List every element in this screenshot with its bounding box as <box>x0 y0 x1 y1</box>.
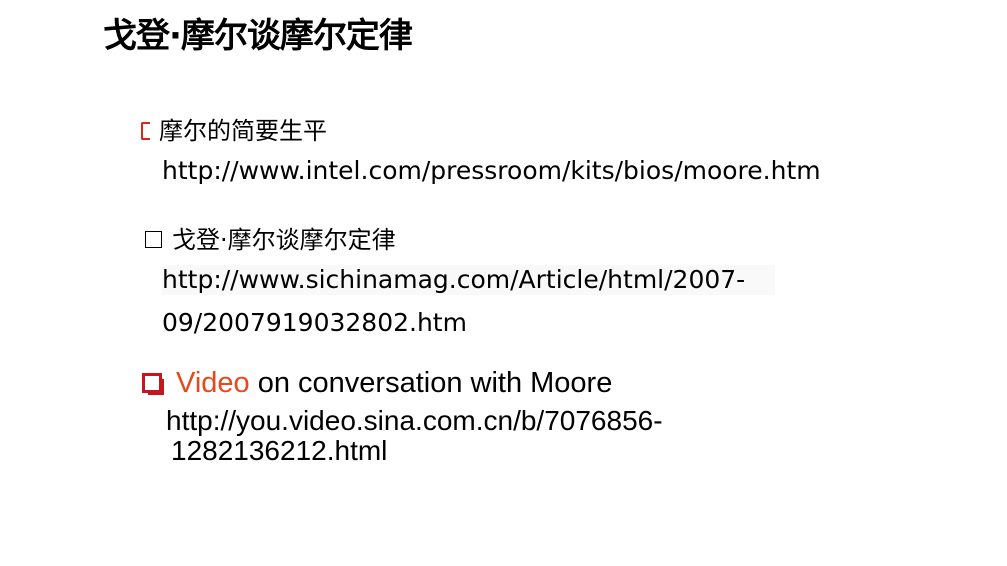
bullet-icon <box>145 231 162 248</box>
bullet-label-moores-law: 戈登·摩尔谈摩尔定律 <box>172 226 396 254</box>
bullet-item-moores-law: 戈登·摩尔谈摩尔定律 <box>145 225 396 255</box>
bullet-label-bio: 摩尔的简要生平 <box>159 117 327 145</box>
bullet-item-bio: 摩尔的简要生平 <box>141 116 327 146</box>
bullet-icon <box>141 122 150 140</box>
link-sichinamag[interactable]: http://www.sichinamag.com/Article/html/2… <box>162 265 776 295</box>
bullet-item-video: Video on conversation with Moore <box>142 367 612 399</box>
video-highlight: Video <box>176 367 250 399</box>
bullet-label-video: on conversation with Moore <box>249 367 613 399</box>
link-sichinamag-line-2[interactable]: 09/2007919032802.htm <box>162 308 467 338</box>
slide-title: 戈登·摩尔谈摩尔定律 <box>103 16 413 56</box>
bullet-icon <box>142 373 164 395</box>
link-sina-video-line-1[interactable]: http://you.video.sina.com.cn/b/7076856- <box>166 406 663 436</box>
link-intel-bio[interactable]: http://www.intel.com/pressroom/kits/bios… <box>162 156 821 186</box>
link-sina-video-line-2[interactable]: 1282136212.html <box>171 436 387 466</box>
link-sichinamag-line-1[interactable]: http://www.sichinamag.com/Article/html/2… <box>162 265 776 295</box>
